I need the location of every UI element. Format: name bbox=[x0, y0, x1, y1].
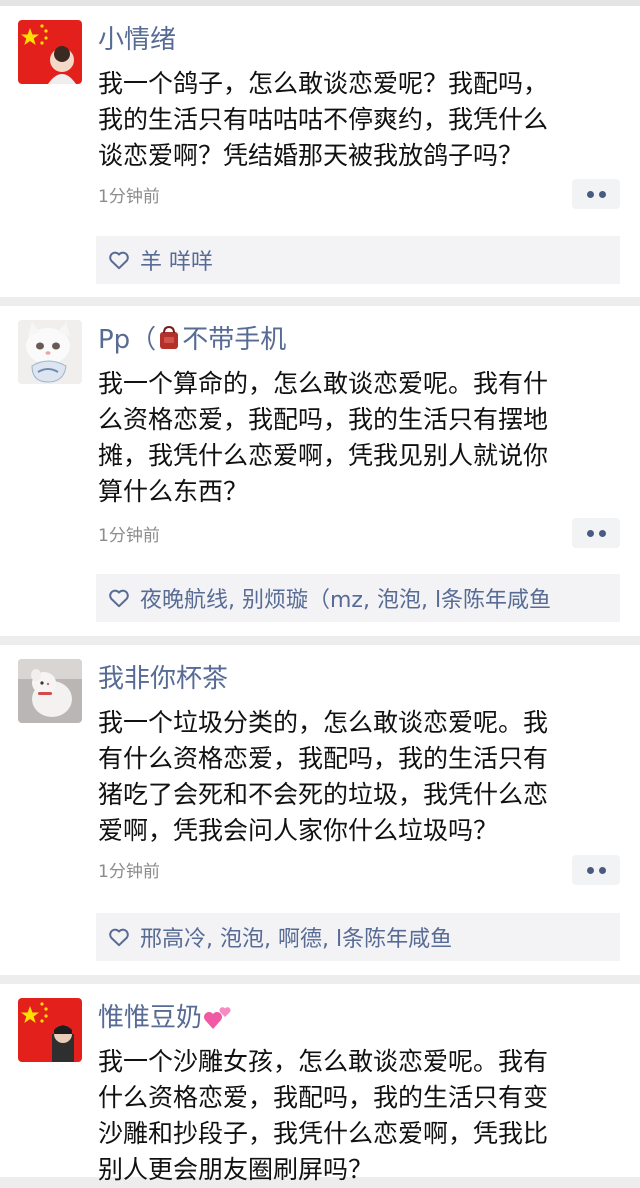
post-card: 小情绪 我一个鸽子，怎么敢谈恋爱呢？我配吗， 我的生活只有咕咕咕不停爽约，我凭什… bbox=[0, 6, 640, 297]
dot-icon bbox=[586, 190, 594, 198]
avatar[interactable] bbox=[18, 320, 82, 384]
red-bag-emoji-icon bbox=[160, 325, 179, 349]
likes-list[interactable]: 夜晚航线, 别烦璇（mz, 泡泡, l条陈年咸鱼 bbox=[140, 582, 551, 614]
user-name[interactable]: 惟惟豆奶 bbox=[98, 1000, 234, 1036]
likes-list[interactable]: 羊 咩咩 bbox=[140, 244, 213, 276]
dot-icon bbox=[598, 529, 606, 537]
china-flag-avatar bbox=[18, 20, 82, 84]
post-text: 我一个算命的，怎么敢谈恋爱呢。我有什 么资格恋爱，我配吗，我的生活只有摆地 摊，… bbox=[98, 369, 549, 506]
heart-icon bbox=[109, 589, 129, 608]
dot-icon bbox=[586, 529, 594, 537]
avatar[interactable] bbox=[18, 659, 82, 723]
user-name[interactable]: Pp（ 不带手机 bbox=[98, 322, 286, 358]
post-text: 我一个垃圾分类的，怎么敢谈恋爱呢。我 有什么资格恋爱，我配吗，我的生活只有 猪吃… bbox=[98, 708, 549, 845]
avatar[interactable] bbox=[18, 998, 82, 1062]
avatar[interactable] bbox=[18, 20, 82, 84]
post-time: 1分钟前 bbox=[98, 526, 160, 546]
heart-icon bbox=[109, 928, 129, 947]
stuffed-toy-avatar bbox=[18, 659, 82, 723]
moments-feed: 小情绪 我一个鸽子，怎么敢谈恋爱呢？我配吗， 我的生活只有咕咕咕不停爽约，我凭什… bbox=[0, 0, 640, 1184]
dot-icon bbox=[586, 866, 594, 874]
white-cat-avatar bbox=[18, 320, 82, 384]
more-options-button[interactable] bbox=[572, 518, 620, 548]
post-card: Pp（ 不带手机 我一个算命的，怎么敢谈恋爱呢。我有什 么资格恋爱，我配吗，我的生… bbox=[0, 306, 640, 636]
more-options-button[interactable] bbox=[572, 855, 620, 885]
post-time: 1分钟前 bbox=[98, 187, 160, 207]
more-options-button[interactable] bbox=[572, 179, 620, 209]
user-name[interactable]: 我非你杯茶 bbox=[98, 661, 228, 697]
post-card: 我非你杯茶 我一个垃圾分类的，怎么敢谈恋爱呢。我 有什么资格恋爱，我配吗，我的生… bbox=[0, 645, 640, 975]
china-flag-avatar bbox=[18, 998, 82, 1062]
post-text: 我一个沙雕女孩，怎么敢谈恋爱呢。我有 什么资格恋爱，我配吗，我的生活只有变 沙雕… bbox=[98, 1047, 549, 1184]
dot-icon bbox=[598, 190, 606, 198]
post-time: 1分钟前 bbox=[98, 862, 160, 882]
dot-icon bbox=[598, 866, 606, 874]
post-text: 我一个鸽子，怎么敢谈恋爱呢？我配吗， 我的生活只有咕咕咕不停爽约，我凭什么 谈恋… bbox=[98, 69, 549, 170]
likes-list[interactable]: 邢高冷, 泡泡, 啊德, l条陈年咸鱼 bbox=[140, 921, 452, 953]
likes-bar: 邢高冷, 泡泡, 啊德, l条陈年咸鱼 bbox=[96, 913, 620, 961]
likes-bar: 夜晚航线, 别烦璇（mz, 泡泡, l条陈年咸鱼 bbox=[96, 574, 620, 622]
post-card: 惟惟豆奶 我一个沙雕女孩，怎么敢谈恋爱呢。我有 什么资格恋爱，我配吗，我的生活只… bbox=[0, 984, 640, 1184]
user-name[interactable]: 小情绪 bbox=[98, 22, 176, 58]
heart-icon bbox=[109, 251, 129, 270]
likes-bar: 羊 咩咩 bbox=[96, 236, 620, 284]
sparkling-heart-emoji-icon bbox=[204, 1006, 231, 1029]
